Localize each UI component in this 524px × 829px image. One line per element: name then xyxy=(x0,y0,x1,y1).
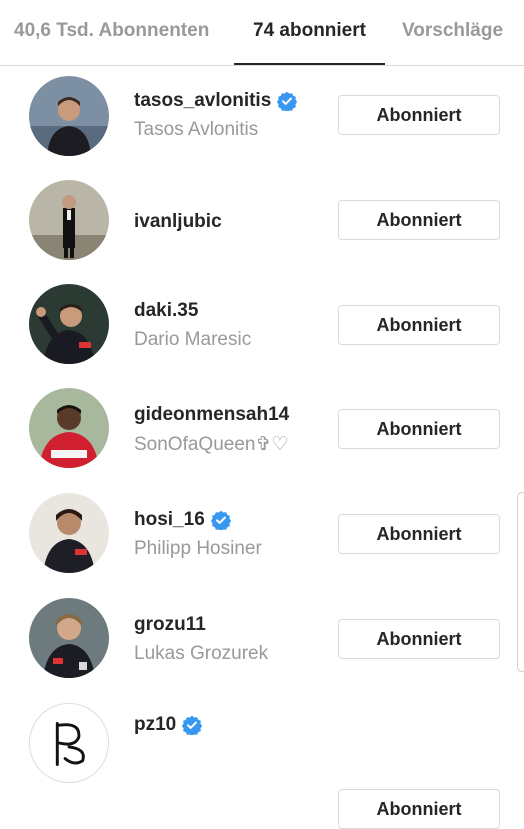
following-button[interactable]: Abonniert xyxy=(338,789,500,829)
following-button[interactable]: Abonniert xyxy=(338,200,500,240)
list-item: ivanljubic Abonniert xyxy=(0,171,524,275)
following-button[interactable]: Abonniert xyxy=(338,409,500,449)
avatar[interactable] xyxy=(29,284,109,364)
avatar[interactable] xyxy=(29,76,109,156)
full-name: Dario Maresic xyxy=(134,329,252,350)
list-item: hosi_16 Philipp Hosiner Abonniert xyxy=(0,485,524,589)
full-name: SonOfaQueen✞♡ xyxy=(134,434,289,455)
username[interactable]: hosi_16 xyxy=(134,509,231,531)
verified-badge-icon xyxy=(182,715,203,735)
avatar[interactable] xyxy=(29,703,109,783)
avatar[interactable] xyxy=(29,598,109,678)
full-name: Lukas Grozurek xyxy=(134,643,269,664)
verified-badge-icon xyxy=(210,510,231,530)
tab-bar: 40,6 Tsd. Abonnenten 74 abonniert Vorsch… xyxy=(0,0,524,66)
tab-followers[interactable]: 40,6 Tsd. Abonnenten xyxy=(14,0,209,65)
list-item: pz10 Abonniert xyxy=(0,695,524,829)
username[interactable]: gideonmensah14 xyxy=(134,404,289,426)
full-name: Tasos Avlonitis xyxy=(134,119,259,140)
list-item: daki.35 Dario Maresic Abonniert xyxy=(0,276,524,380)
active-tab-indicator xyxy=(234,63,385,65)
avatar[interactable] xyxy=(29,388,109,468)
list-item: gideonmensah14 SonOfaQueen✞♡ Abonniert xyxy=(0,380,524,484)
username[interactable]: pz10 xyxy=(134,714,203,736)
following-button[interactable]: Abonniert xyxy=(338,619,500,659)
avatar[interactable] xyxy=(29,493,109,573)
list-item: grozu11 Lukas Grozurek Abonniert xyxy=(0,590,524,694)
username[interactable]: daki.35 xyxy=(134,300,198,322)
username[interactable]: grozu11 xyxy=(134,614,206,636)
following-button[interactable]: Abonniert xyxy=(338,305,500,345)
following-button[interactable]: Abonniert xyxy=(338,514,500,554)
username[interactable]: tasos_avlonitis xyxy=(134,90,298,112)
avatar[interactable] xyxy=(29,180,109,260)
scrollbar[interactable] xyxy=(517,492,524,672)
tab-suggestions[interactable]: Vorschläge xyxy=(402,0,503,65)
full-name: Philipp Hosiner xyxy=(134,538,262,559)
following-button[interactable]: Abonniert xyxy=(338,95,500,135)
verified-badge-icon xyxy=(277,91,298,111)
list-item: tasos_avlonitis Tasos Avlonitis Abonnier… xyxy=(0,66,524,170)
tab-following[interactable]: 74 abonniert xyxy=(234,0,385,65)
username[interactable]: ivanljubic xyxy=(134,211,222,233)
